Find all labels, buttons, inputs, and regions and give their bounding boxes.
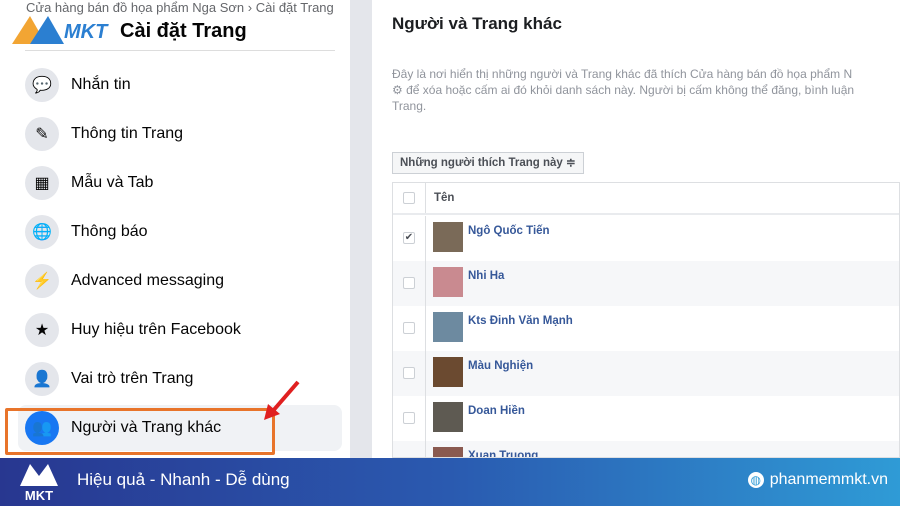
description-line: Trang. bbox=[392, 99, 427, 113]
settings-sidebar: Cửa hàng bán đồ họa phẩm Nga Sơn › Cài đ… bbox=[0, 0, 350, 458]
table-row: Nhi Ha bbox=[393, 261, 899, 306]
avatar[interactable] bbox=[433, 312, 463, 342]
person-name-link[interactable]: Ngô Quốc Tiến bbox=[468, 225, 550, 261]
sidebar-item-label: Huy hiệu trên Facebook bbox=[71, 321, 241, 338]
table-row: Màu Nghiện bbox=[393, 351, 899, 396]
sidebar-item-4[interactable]: 🌐 Thông báo bbox=[18, 209, 342, 255]
person-name-link[interactable]: Màu Nghiện bbox=[468, 360, 533, 396]
divider bbox=[350, 0, 372, 458]
website-text: phanmemmkt.vn bbox=[769, 471, 888, 488]
globe-icon: 🌐 bbox=[25, 215, 59, 249]
mkt-banner-logo: MKT bbox=[16, 462, 62, 503]
sidebar-item-label: Mẫu và Tab bbox=[71, 174, 154, 191]
section-description: Đây là nơi hiển thị những người và Trang… bbox=[392, 66, 900, 114]
row-checkbox[interactable]: ✔ bbox=[403, 232, 415, 244]
table-row: Doan Hiền bbox=[393, 396, 899, 441]
table-row: Xuan Truong bbox=[393, 441, 899, 457]
chat-bubble-icon: 💬 bbox=[25, 68, 59, 102]
row-checkbox[interactable] bbox=[403, 412, 415, 424]
red-arrow-annotation bbox=[264, 380, 300, 420]
person-name-link[interactable]: Xuan Truong bbox=[468, 450, 538, 457]
row-checkbox[interactable] bbox=[403, 367, 415, 379]
table-row: Kts Đinh Văn Mạnh bbox=[393, 306, 899, 351]
avatar[interactable] bbox=[433, 222, 463, 252]
messenger-icon: ⚡ bbox=[25, 264, 59, 298]
divider bbox=[25, 50, 335, 51]
person-name-link[interactable]: Kts Đinh Văn Mạnh bbox=[468, 315, 573, 351]
filter-dropdown[interactable]: Những người thích Trang này ≑ bbox=[392, 152, 584, 174]
sidebar-item-5[interactable]: ⚡ Advanced messaging bbox=[18, 258, 342, 304]
description-line: Đây là nơi hiển thị những người và Trang… bbox=[392, 67, 853, 81]
svg-text:MKT: MKT bbox=[64, 21, 109, 43]
avatar[interactable] bbox=[433, 447, 463, 457]
page-title: Cài đặt Trang bbox=[120, 20, 247, 42]
sidebar-item-label: Thông báo bbox=[71, 223, 148, 240]
sidebar-item-6[interactable]: ★ Huy hiệu trên Facebook bbox=[18, 307, 342, 353]
sidebar-item-label: Nhắn tin bbox=[71, 76, 131, 93]
pencil-icon: ✎ bbox=[25, 117, 59, 151]
website-link[interactable]: ◍ phanmemmkt.vn bbox=[747, 471, 888, 489]
person-icon: 👤 bbox=[25, 362, 59, 396]
globe-icon: ◍ bbox=[747, 472, 764, 488]
breadcrumb[interactable]: Cửa hàng bán đồ họa phẩm Nga Sơn › Cài đ… bbox=[26, 0, 334, 15]
person-name-link[interactable]: Doan Hiền bbox=[468, 405, 525, 441]
highlight-box bbox=[5, 408, 275, 455]
person-name-link[interactable]: Nhi Ha bbox=[468, 270, 504, 306]
slogan: Hiệu quả - Nhanh - Dễ dùng bbox=[77, 470, 290, 489]
column-header-name[interactable]: Tên bbox=[434, 183, 454, 213]
sidebar-item-label: Vai trò trên Trang bbox=[71, 370, 194, 387]
sidebar-item-label: Thông tin Trang bbox=[71, 125, 184, 142]
star-badge-icon: ★ bbox=[25, 313, 59, 347]
sidebar-item-3[interactable]: ▦ Mẫu và Tab bbox=[18, 160, 342, 206]
sidebar-item-1[interactable]: 💬 Nhắn tin bbox=[18, 62, 342, 108]
sidebar-item-2[interactable]: ✎ Thông tin Trang bbox=[18, 111, 342, 157]
section-title: Người và Trang khác bbox=[392, 14, 562, 33]
mkt-logo: MKT bbox=[12, 16, 109, 44]
table-header: Tên bbox=[393, 183, 899, 215]
row-checkbox[interactable] bbox=[403, 322, 415, 334]
avatar[interactable] bbox=[433, 267, 463, 297]
grid-icon: ▦ bbox=[25, 166, 59, 200]
avatar[interactable] bbox=[433, 402, 463, 432]
description-line: ⚙ để xóa hoặc cấm ai đó khỏi danh sách n… bbox=[392, 83, 855, 97]
sidebar-item-label: Advanced messaging bbox=[71, 272, 224, 289]
row-checkbox[interactable] bbox=[403, 277, 415, 289]
promo-banner: MKT Hiệu quả - Nhanh - Dễ dùng ◍ phanmemm… bbox=[0, 458, 900, 506]
select-all-checkbox[interactable] bbox=[403, 192, 415, 204]
avatar[interactable] bbox=[433, 357, 463, 387]
table-row: ✔ Ngô Quốc Tiến bbox=[393, 216, 899, 261]
people-table: Tên ✔ Ngô Quốc Tiến Nhi Ha Kts Đinh Văn Mạn… bbox=[392, 182, 900, 458]
